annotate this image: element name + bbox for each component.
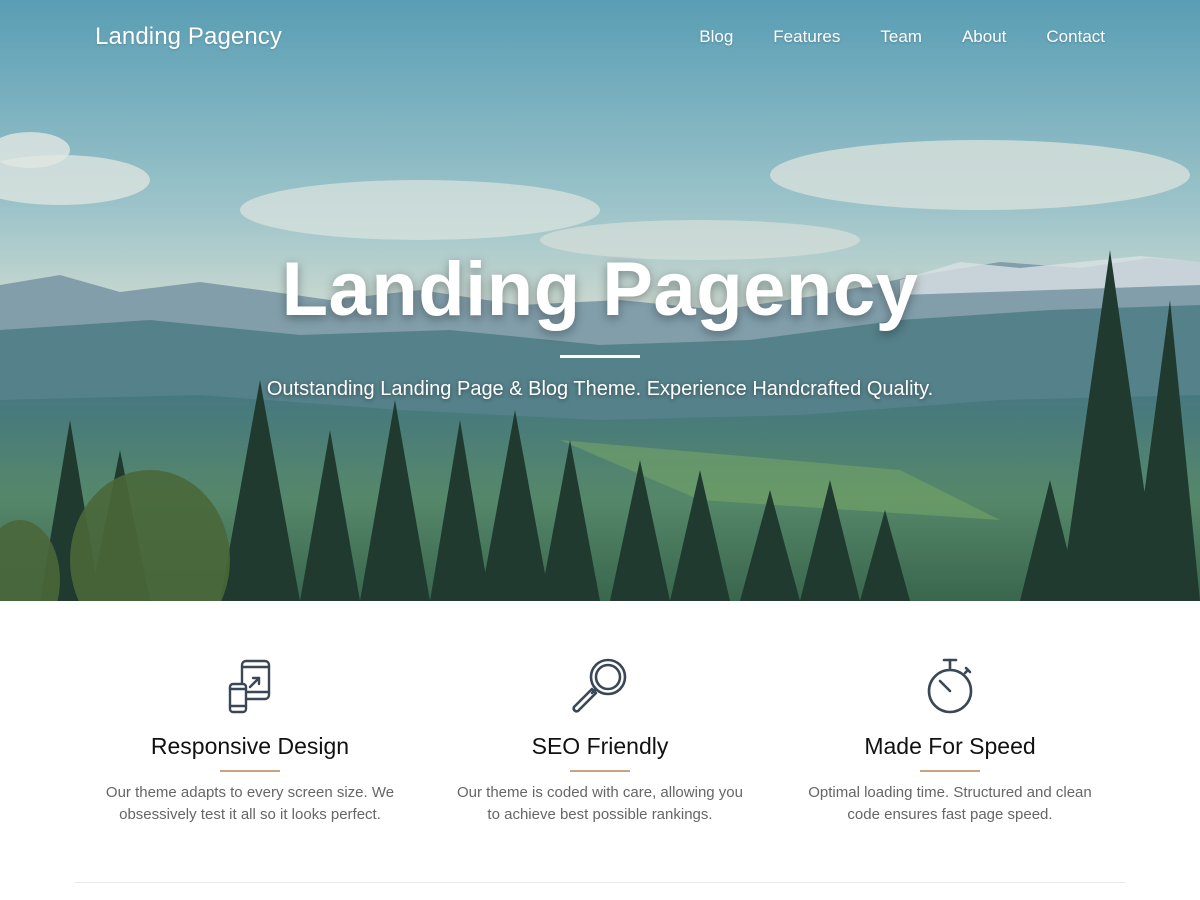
hero-section: Landing Pagency Blog Features Team About…: [0, 0, 1200, 601]
nav-item-team[interactable]: Team: [880, 27, 922, 47]
nav-item-about[interactable]: About: [962, 27, 1006, 47]
hero-divider: [560, 355, 640, 358]
hero-content: Landing Pagency Outstanding Landing Page…: [0, 245, 1200, 401]
features-section: Responsive Design Our theme adapts to ev…: [0, 601, 1200, 900]
feature-made-for-speed: Made For Speed Optimal loading time. Str…: [775, 601, 1125, 826]
nav-item-features[interactable]: Features: [773, 27, 840, 47]
feature-seo-friendly: SEO Friendly Our theme is coded with car…: [425, 601, 775, 826]
stopwatch-icon: [775, 655, 1125, 719]
feature-divider: [570, 770, 630, 772]
feature-responsive-design: Responsive Design Our theme adapts to ev…: [75, 601, 425, 826]
feature-title: Responsive Design: [150, 733, 350, 759]
feature-title: Made For Speed: [864, 733, 1036, 759]
responsive-devices-icon: [75, 655, 425, 719]
main-nav: Blog Features Team About Contact: [699, 27, 1105, 47]
hero-subtitle: Outstanding Landing Page & Blog Theme. E…: [266, 378, 934, 400]
magnifier-icon: [425, 655, 775, 719]
feature-text: Our theme adapts to every screen size. W…: [105, 784, 395, 823]
section-divider: [75, 882, 1125, 883]
feature-title: SEO Friendly: [531, 733, 669, 759]
nav-item-blog[interactable]: Blog: [699, 27, 733, 47]
feature-text: Optimal loading time. Structured and cle…: [808, 784, 1092, 823]
feature-divider: [920, 770, 980, 772]
site-header: Landing Pagency Blog Features Team About…: [0, 0, 1200, 74]
features-row: Responsive Design Our theme adapts to ev…: [0, 601, 1200, 826]
feature-divider: [220, 770, 280, 772]
nav-item-contact[interactable]: Contact: [1046, 27, 1105, 47]
site-brand-link[interactable]: Landing Pagency: [95, 23, 282, 51]
feature-text: Our theme is coded with care, allowing y…: [457, 784, 743, 823]
hero-title: Landing Pagency: [281, 247, 919, 332]
